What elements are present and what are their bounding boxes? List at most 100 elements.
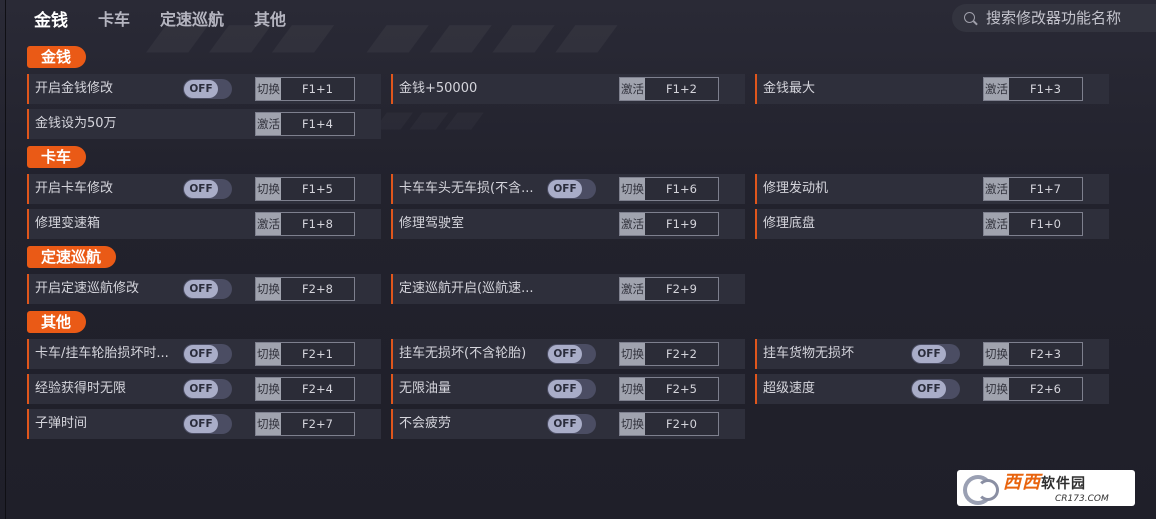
- hotkey-key: F1+3: [1009, 78, 1082, 100]
- hotkey-box[interactable]: 激活 F1+4: [255, 112, 355, 136]
- hotkey-key: F1+1: [281, 78, 354, 100]
- hotkey-key: F1+8: [281, 213, 354, 235]
- hotkey-key: F2+7: [281, 413, 354, 435]
- hotkey-box[interactable]: 切换 F2+3: [983, 342, 1083, 366]
- cheat-row: 修理发动机 激活 F1+7: [755, 174, 1109, 204]
- toggle-state: OFF: [912, 345, 946, 363]
- hotkey-action: 切换: [256, 278, 281, 300]
- cheat-row: 卡车车头无车损(不含... OFF 切换 F1+6: [391, 174, 745, 204]
- cheat-label: 修理变速箱: [35, 216, 101, 231]
- hotkey-box[interactable]: 激活 F1+2: [619, 77, 719, 101]
- hotkey-action: 激活: [620, 278, 645, 300]
- watermark-logo: 西西软件园 CR173.COM: [957, 470, 1135, 506]
- tab-truck[interactable]: 卡车: [98, 6, 130, 30]
- hotkey-box[interactable]: 激活 F1+3: [983, 77, 1083, 101]
- hotkey-box[interactable]: 切换 F1+5: [255, 177, 355, 201]
- cheat-label: 开启卡车修改: [35, 181, 114, 196]
- cheat-row: 挂车货物无损坏 OFF 切换 F2+3: [755, 339, 1109, 369]
- cheat-row: 开启金钱修改 OFF 切换 F1+1: [27, 74, 381, 104]
- cheat-toggle[interactable]: OFF: [547, 344, 596, 364]
- hotkey-action: 切换: [984, 343, 1009, 365]
- cheat-row: 不会疲劳 OFF 切换 F2+0: [391, 409, 745, 439]
- hotkey-box[interactable]: 切换 F2+6: [983, 377, 1083, 401]
- cheat-toggle[interactable]: OFF: [183, 344, 232, 364]
- hotkey-key: F2+9: [645, 278, 718, 300]
- hotkey-action: 切换: [256, 378, 281, 400]
- hotkey-box[interactable]: 切换 F2+4: [255, 377, 355, 401]
- cheat-label: 经验获得时无限: [35, 381, 127, 396]
- cheat-label: 子弹时间: [35, 416, 88, 431]
- cheat-label: 金钱+50000: [399, 81, 478, 96]
- cheat-row: 金钱最大 激活 F1+3: [755, 74, 1109, 104]
- cheat-toggle[interactable]: OFF: [183, 414, 232, 434]
- hotkey-key: F2+2: [645, 343, 718, 365]
- toggle-state: OFF: [184, 280, 218, 298]
- toggle-state: OFF: [548, 380, 582, 398]
- cheat-toggle[interactable]: OFF: [183, 279, 232, 299]
- hotkey-action: 激活: [620, 78, 645, 100]
- hotkey-box[interactable]: 激活 F1+0: [983, 212, 1083, 236]
- cheat-label: 卡车/挂车轮胎损坏时...: [35, 346, 169, 361]
- watermark-suffix: 软件园: [1041, 475, 1086, 492]
- hotkey-box[interactable]: 切换 F2+5: [619, 377, 719, 401]
- tab-cruise-control[interactable]: 定速巡航: [160, 6, 224, 30]
- cheat-toggle[interactable]: OFF: [547, 414, 596, 434]
- toggle-state: OFF: [548, 345, 582, 363]
- cheat-toggle[interactable]: OFF: [911, 344, 960, 364]
- cheat-label: 金钱最大: [763, 81, 816, 96]
- cheat-label: 不会疲劳: [399, 416, 452, 431]
- hotkey-key: F1+0: [1009, 213, 1082, 235]
- hotkey-box[interactable]: 切换 F2+7: [255, 412, 355, 436]
- toggle-state: OFF: [548, 180, 582, 198]
- search-box[interactable]: [952, 4, 1156, 32]
- hotkey-box[interactable]: 切换 F2+1: [255, 342, 355, 366]
- search-input[interactable]: [984, 8, 1148, 28]
- toggle-state: OFF: [184, 345, 218, 363]
- hotkey-action: 激活: [256, 213, 281, 235]
- top-nav: 金钱 卡车 定速巡航 其他: [34, 4, 316, 32]
- cheat-row: 修理底盘 激活 F1+0: [755, 209, 1109, 239]
- hotkey-box[interactable]: 切换 F1+6: [619, 177, 719, 201]
- hotkey-action: 激活: [984, 213, 1009, 235]
- hotkey-box[interactable]: 激活 F1+9: [619, 212, 719, 236]
- hotkey-box[interactable]: 切换 F2+0: [619, 412, 719, 436]
- hotkey-box[interactable]: 激活 F2+9: [619, 277, 719, 301]
- section-header-other: 其他: [27, 311, 87, 333]
- toggle-state: OFF: [548, 415, 582, 433]
- cheat-toggle[interactable]: OFF: [547, 379, 596, 399]
- cheat-toggle[interactable]: OFF: [547, 179, 596, 199]
- hotkey-action: 切换: [620, 378, 645, 400]
- cheat-toggle[interactable]: OFF: [183, 379, 232, 399]
- hotkey-box[interactable]: 激活 F1+8: [255, 212, 355, 236]
- watermark-text: 西西软件园 CR173.COM: [1003, 472, 1109, 504]
- hotkey-box[interactable]: 切换 F2+8: [255, 277, 355, 301]
- cheat-label: 金钱设为50万: [35, 116, 117, 131]
- window-border: [5, 0, 6, 519]
- cheat-label: 修理底盘: [763, 216, 816, 231]
- hotkey-action: 切换: [256, 178, 281, 200]
- cheat-label: 定速巡航开启(巡航速...: [399, 281, 534, 296]
- hotkey-key: F2+6: [1009, 378, 1082, 400]
- hotkey-box[interactable]: 切换 F1+1: [255, 77, 355, 101]
- hotkey-box[interactable]: 激活 F1+7: [983, 177, 1083, 201]
- cheat-toggle[interactable]: OFF: [911, 379, 960, 399]
- cheat-toggle[interactable]: OFF: [183, 79, 232, 99]
- hotkey-action: 激活: [984, 78, 1009, 100]
- hotkey-action: 激活: [256, 113, 281, 135]
- section-header-truck: 卡车: [27, 146, 87, 168]
- cheat-toggle[interactable]: OFF: [183, 179, 232, 199]
- cheat-label: 开启金钱修改: [35, 81, 114, 96]
- watermark-url: CR173.COM: [1055, 493, 1109, 504]
- hotkey-key: F1+7: [1009, 178, 1082, 200]
- toggle-state: OFF: [184, 180, 218, 198]
- app-window: ▰▰▰ ▰▰▰▰ ▰▰ ▰▰▰ 金钱 卡车 定速巡航 其他 金钱 开启金钱修改 …: [0, 0, 1156, 519]
- cheat-row: 定速巡航开启(巡航速... 激活 F2+9: [391, 274, 745, 304]
- toggle-state: OFF: [184, 80, 218, 98]
- hotkey-box[interactable]: 切换 F2+2: [619, 342, 719, 366]
- cheat-row: 修理驾驶室 激活 F1+9: [391, 209, 745, 239]
- toggle-state: OFF: [184, 415, 218, 433]
- toggle-state: OFF: [184, 380, 218, 398]
- tab-money[interactable]: 金钱: [34, 6, 68, 31]
- section-header-money: 金钱: [27, 46, 87, 68]
- tab-other[interactable]: 其他: [254, 6, 286, 30]
